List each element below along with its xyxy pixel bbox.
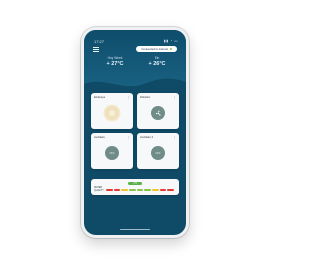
state-text: OFF (155, 151, 161, 155)
more-options-icon[interactable]: ⋮ (173, 95, 176, 99)
status-icons: ▮▮ ◔ ▭ (163, 39, 178, 43)
outdoor-temp: Hoy Week + 27°C (98, 56, 132, 67)
more-options-icon[interactable]: ⋮ (173, 135, 176, 139)
card-auxiliary-1[interactable]: Auxiliaire ⋮ OFF (91, 133, 133, 169)
status-time: 17:27 (94, 39, 105, 44)
card-auxiliary-2[interactable]: Auxiliaire 2 ⋮ OFF (137, 133, 179, 169)
gauge-segment (113, 188, 121, 191)
card-title: Einlampe (94, 96, 106, 99)
connection-label: Connected to internet (141, 47, 169, 51)
outdoor-temp-value: + 27°C (106, 61, 124, 67)
gauge-segment (144, 188, 152, 191)
gauge-segment (106, 188, 113, 191)
connection-status[interactable]: Connected to internet (136, 46, 177, 52)
indoor-temp: Ein + 26°C (140, 56, 174, 67)
card-title: Filtration (140, 96, 151, 99)
water-quality-gauge (106, 188, 175, 191)
water-quality-label: WATER QUALITY (94, 187, 104, 192)
more-options-icon[interactable]: ⋮ (127, 135, 130, 139)
gauge-segment (167, 188, 175, 191)
app-screen: 17:27 ▮▮ ◔ ▭ Connected to internet Hoy W… (84, 30, 186, 235)
connection-dot-icon (169, 48, 172, 50)
gauge-segment (121, 188, 129, 191)
power-off-icon[interactable]: OFF (105, 146, 119, 160)
home-indicator[interactable] (120, 228, 150, 230)
menu-icon[interactable] (93, 47, 99, 53)
phone-frame: 17:27 ▮▮ ◔ ▭ Connected to internet Hoy W… (81, 27, 189, 238)
outdoor-temp-label: Hoy Week (107, 56, 123, 60)
more-options-icon[interactable]: ⋮ (127, 95, 130, 99)
indoor-temp-value: + 26°C (148, 61, 166, 67)
water-quality-card[interactable]: 7.5 WATER QUALITY (91, 179, 179, 195)
lamp-icon[interactable] (105, 106, 119, 120)
card-title: Auxiliaire 2 (140, 136, 154, 139)
gauge-segment (129, 188, 136, 191)
state-text: OFF (109, 151, 115, 155)
gauge-segment (152, 188, 159, 191)
control-grid: Einlampe ⋮ Filtration ⋮ Auxiliaire ⋮ OFF… (91, 93, 179, 169)
indoor-temp-label: Ein (154, 56, 160, 60)
card-title: Auxiliaire (94, 136, 105, 139)
water-quality-label-line2: QUALITY (94, 189, 104, 192)
card-lamp[interactable]: Einlampe ⋮ (91, 93, 133, 129)
card-filtration[interactable]: Filtration ⋮ (137, 93, 179, 129)
power-off-icon[interactable]: OFF (151, 146, 165, 160)
water-quality-badge: 7.5 (128, 181, 142, 185)
hero-header: 17:27 ▮▮ ◔ ▭ Connected to internet Hoy W… (84, 30, 186, 104)
fan-icon[interactable] (151, 106, 165, 120)
gauge-segment (159, 188, 167, 191)
gauge-segment (136, 188, 144, 191)
